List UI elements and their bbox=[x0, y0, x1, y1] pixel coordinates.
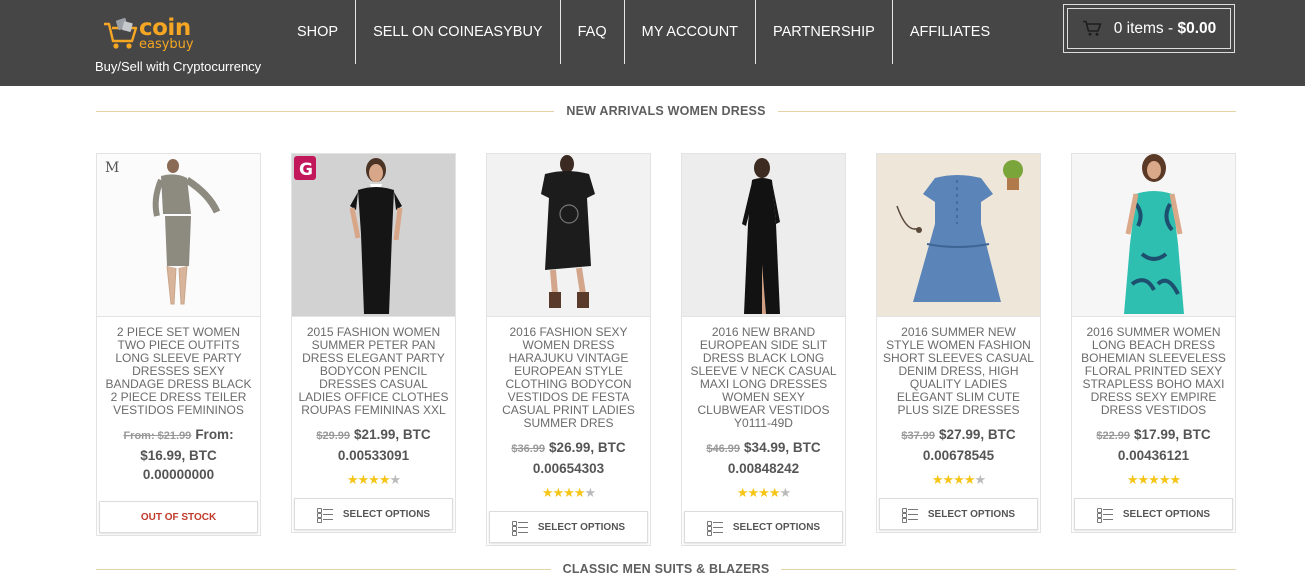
section-title-new-arrivals: NEW ARRIVALS WOMEN DRESS bbox=[96, 101, 1236, 121]
current-price: $17.99, BTC 0.00436121 bbox=[1117, 427, 1211, 463]
list-icon bbox=[901, 508, 918, 523]
product-card[interactable]: 2016 NEW BRAND EUROPEAN SIDE SLIT DRESS … bbox=[681, 153, 846, 546]
product-image[interactable] bbox=[1072, 154, 1235, 317]
product-image[interactable]: G bbox=[292, 154, 455, 317]
product-photo-maxi-dress bbox=[742, 158, 780, 314]
old-price: $37.99 bbox=[901, 430, 936, 442]
list-icon bbox=[1096, 508, 1113, 523]
old-price: $22.99 bbox=[1096, 430, 1131, 442]
select-options-button[interactable]: SELECT OPTIONS bbox=[1074, 498, 1233, 530]
cart-summary: 0 items - $0.00 bbox=[1082, 19, 1217, 38]
divider-line bbox=[96, 568, 551, 570]
logo-easybuy-text: easybuy bbox=[139, 37, 194, 52]
product-photo-two-piece: M bbox=[105, 159, 221, 305]
product-card[interactable]: 2016 FASHION SEXY WOMEN DRESS HARAJUKU V… bbox=[486, 153, 651, 546]
action-label: SELECT OPTIONS bbox=[342, 508, 431, 520]
product-card[interactable]: M 2 PIECE SET WOMEN TWO PIECE OUTFITS LO… bbox=[96, 153, 261, 536]
site-logo[interactable]: coin easybuy Buy/Sell with Cryptocurrenc… bbox=[95, 14, 265, 78]
site-tagline: Buy/Sell with Cryptocurrency bbox=[95, 59, 262, 74]
list-icon bbox=[316, 508, 333, 523]
cart-logo-icon bbox=[104, 17, 138, 49]
cart-button[interactable]: 0 items - $0.00 bbox=[1063, 4, 1235, 53]
product-title[interactable]: 2015 FASHION WOMEN SUMMER PETER PAN DRES… bbox=[292, 317, 455, 417]
product-photo-black-dress: G bbox=[294, 156, 403, 314]
old-price: From: $21.99 bbox=[123, 430, 192, 442]
select-options-button[interactable]: SELECT OPTIONS bbox=[294, 498, 453, 530]
nav-partnership[interactable]: PARTNERSHIP bbox=[755, 0, 892, 64]
product-price: $37.99 $27.99, BTC 0.00678545 bbox=[877, 425, 1040, 465]
current-price: $26.99, BTC 0.00654303 bbox=[532, 440, 626, 476]
product-price: $46.99 $34.99, BTC 0.00848242 bbox=[682, 438, 845, 478]
product-title[interactable]: 2 PIECE SET WOMEN TWO PIECE OUTFITS LONG… bbox=[97, 317, 260, 417]
select-options-button[interactable]: SELECT OPTIONS bbox=[489, 511, 648, 543]
brand-watermark: M bbox=[105, 160, 119, 176]
product-photo-denim-dress bbox=[896, 160, 1023, 302]
select-options-button[interactable]: SELECT OPTIONS bbox=[879, 498, 1038, 530]
old-price: $46.99 bbox=[706, 443, 741, 455]
site-header: coin easybuy Buy/Sell with Cryptocurrenc… bbox=[0, 0, 1305, 86]
action-label: SELECT OPTIONS bbox=[537, 521, 626, 533]
list-icon bbox=[706, 521, 723, 536]
action-label: SELECT OPTIONS bbox=[732, 521, 821, 533]
nav-shop[interactable]: SHOP bbox=[280, 0, 355, 64]
product-image[interactable] bbox=[487, 154, 650, 317]
old-price: $36.99 bbox=[511, 443, 546, 455]
product-price: $22.99 $17.99, BTC 0.00436121 bbox=[1072, 425, 1235, 465]
current-price: $27.99, BTC 0.00678545 bbox=[922, 427, 1016, 463]
product-card[interactable]: G 2015 FASHION WOMEN SUMMER PETER PAN DR… bbox=[291, 153, 456, 533]
product-card[interactable]: 2016 SUMMER WOMEN LONG BEACH DRESS BOHEM… bbox=[1071, 153, 1236, 533]
star-rating: ★★★★★ bbox=[541, 485, 596, 500]
star-rating: ★★★★★ bbox=[1126, 472, 1181, 487]
cart-items-count: 0 items bbox=[1113, 19, 1164, 37]
product-price: From: $21.99 From: $16.99, BTC 0.00000000 bbox=[97, 425, 260, 484]
product-title[interactable]: 2016 SUMMER NEW STYLE WOMEN FASHION SHOR… bbox=[877, 317, 1040, 417]
nav-my-account[interactable]: MY ACCOUNT bbox=[623, 0, 755, 64]
divider-line bbox=[96, 110, 555, 112]
current-price: $34.99, BTC 0.00848242 bbox=[727, 440, 821, 476]
star-rating: ★★★★★ bbox=[346, 472, 401, 487]
product-image[interactable] bbox=[877, 154, 1040, 317]
brand-watermark: G bbox=[299, 160, 313, 180]
select-options-button[interactable]: SELECT OPTIONS bbox=[684, 511, 843, 543]
nav-affiliates[interactable]: AFFILIATES bbox=[891, 0, 1007, 64]
product-photo-boho-maxi bbox=[1124, 154, 1184, 314]
product-title[interactable]: 2016 SUMMER WOMEN LONG BEACH DRESS BOHEM… bbox=[1072, 317, 1235, 417]
action-label: SELECT OPTIONS bbox=[1122, 508, 1211, 520]
cart-separator: - bbox=[1168, 19, 1174, 37]
nav-faq[interactable]: FAQ bbox=[559, 0, 624, 64]
product-photo-tshirt-dress bbox=[541, 155, 595, 308]
product-title[interactable]: 2016 NEW BRAND EUROPEAN SIDE SLIT DRESS … bbox=[682, 317, 845, 430]
product-image[interactable]: M bbox=[97, 154, 260, 317]
product-price: $29.99 $21.99, BTC 0.00533091 bbox=[292, 425, 455, 465]
main-nav: SHOP SELL ON COINEASYBUY FAQ MY ACCOUNT … bbox=[280, 0, 1007, 64]
section-title-classic-men: CLASSIC MEN SUITS & BLAZERS bbox=[96, 559, 1236, 577]
star-rating: ★★★★★ bbox=[736, 485, 791, 500]
action-label: OUT OF STOCK bbox=[140, 511, 217, 523]
cart-total: $0.00 bbox=[1177, 19, 1217, 37]
product-title[interactable]: 2016 FASHION SEXY WOMEN DRESS HARAJUKU V… bbox=[487, 317, 650, 430]
star-rating: ★★★★★ bbox=[931, 472, 986, 487]
shopping-cart-icon bbox=[1082, 20, 1102, 36]
action-label: SELECT OPTIONS bbox=[927, 508, 1016, 520]
out-of-stock-button[interactable]: OUT OF STOCK bbox=[99, 501, 258, 533]
current-price: $21.99, BTC 0.00533091 bbox=[337, 427, 431, 463]
product-image[interactable] bbox=[682, 154, 845, 317]
product-price: $36.99 $26.99, BTC 0.00654303 bbox=[487, 438, 650, 478]
nav-sell[interactable]: SELL ON COINEASYBUY bbox=[355, 0, 560, 64]
divider-line bbox=[781, 568, 1236, 570]
section-heading: CLASSIC MEN SUITS & BLAZERS bbox=[562, 562, 770, 576]
divider-line bbox=[777, 110, 1236, 112]
old-price: $29.99 bbox=[316, 430, 351, 442]
list-icon bbox=[511, 521, 528, 536]
product-card[interactable]: 2016 SUMMER NEW STYLE WOMEN FASHION SHOR… bbox=[876, 153, 1041, 533]
section-heading: NEW ARRIVALS WOMEN DRESS bbox=[566, 104, 766, 118]
